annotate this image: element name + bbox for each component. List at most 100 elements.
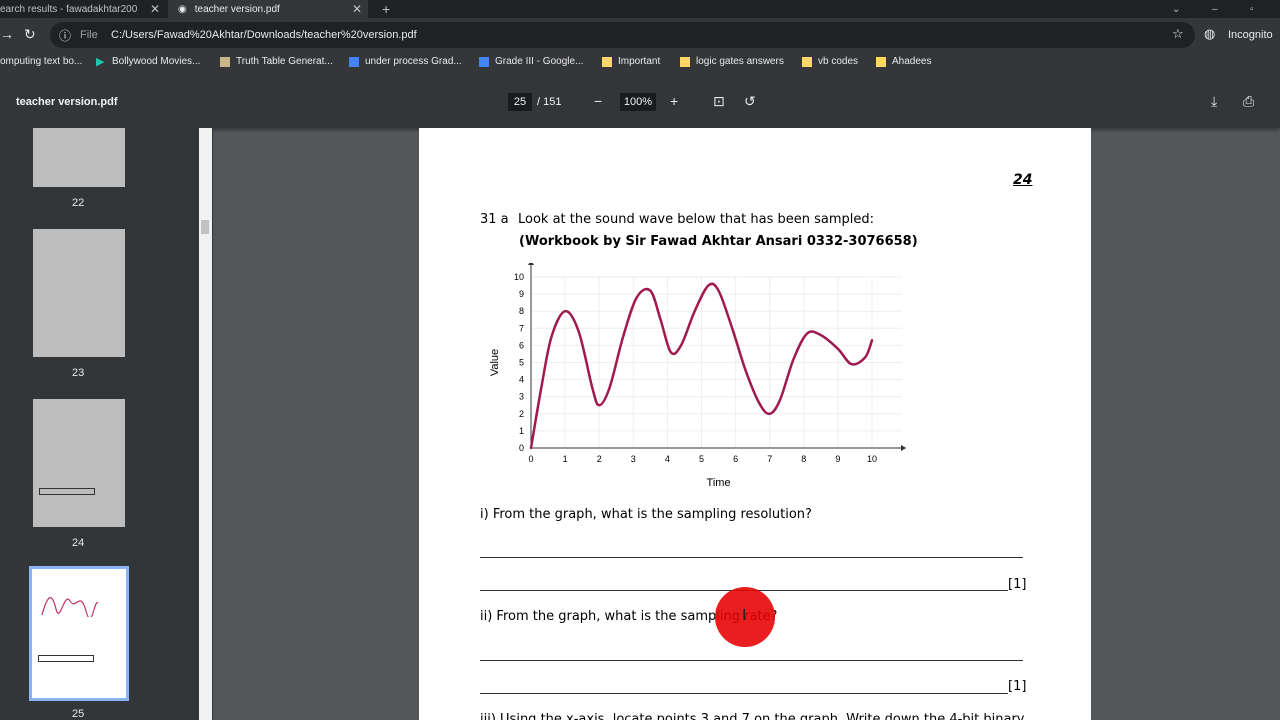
profile-label[interactable]: Incognito <box>1228 29 1273 41</box>
scheme-label: File <box>80 29 98 41</box>
docs-icon <box>479 56 489 67</box>
chevron-down-icon[interactable]: ⌄ <box>1172 0 1180 18</box>
page-icon <box>220 56 230 67</box>
thumbnail-table <box>38 655 94 662</box>
close-icon[interactable]: ✕ <box>150 2 160 16</box>
x-tick-label: 1 <box>563 454 568 464</box>
download-icon[interactable]: ⤓ <box>1211 93 1217 110</box>
y-tick-label: 0 <box>519 443 524 453</box>
mark-label: [1] <box>1008 679 1027 694</box>
bookmark-label: Important <box>618 56 661 67</box>
question-iii: iii) Using the x-axis, locate points 3 a… <box>480 712 1025 720</box>
y-tick-label: 6 <box>519 340 524 350</box>
tab-label: teacher version.pdf <box>194 3 280 15</box>
thumbnail-number: 24 <box>72 537 85 549</box>
zoom-input[interactable]: 100% <box>620 93 656 111</box>
folder-icon <box>680 56 690 67</box>
info-icon[interactable]: ⓘ <box>59 27 71 44</box>
bookmark-label: Ahadees <box>892 56 932 67</box>
y-tick-label: 5 <box>519 358 524 368</box>
y-tick-label: 9 <box>519 289 524 299</box>
x-tick-label: 6 <box>733 454 738 464</box>
answer-line <box>480 660 1023 661</box>
bookmark-label: Truth Table Generat... <box>236 56 333 67</box>
bookmark-folder[interactable]: logic gates answers <box>680 56 784 67</box>
bookmark-label: omputing text bo... <box>0 56 83 67</box>
thumbnail-number: 22 <box>72 197 85 209</box>
bookmark-label: vb codes <box>818 56 859 67</box>
page-number-input[interactable]: 25 <box>508 93 532 111</box>
x-tick-label: 8 <box>801 454 806 464</box>
answer-line <box>480 693 1008 694</box>
page-thumbnail-current[interactable] <box>29 566 129 701</box>
x-tick-label: 2 <box>597 454 602 464</box>
thumbnail-graph <box>41 597 99 617</box>
bookmark-item[interactable]: omputing text bo... <box>0 56 82 67</box>
workbook-credit: (Workbook by Sir Fawad Akhtar Ansari 033… <box>519 234 918 249</box>
y-axis-arrow <box>528 263 534 265</box>
bookmark-folder[interactable]: vb codes <box>802 56 858 67</box>
maximize-icon[interactable]: ▫ <box>1250 0 1254 18</box>
folder-icon <box>876 56 886 67</box>
forward-icon[interactable]: → <box>0 26 14 42</box>
bookmark-label: Bollywood Movies... <box>112 56 201 67</box>
new-tab-button[interactable]: + <box>382 0 398 18</box>
y-tick-label: 10 <box>514 272 524 282</box>
y-tick-label: 7 <box>519 323 524 333</box>
mark-label: [1] <box>1008 577 1027 592</box>
question-text: Look at the sound wave below that has be… <box>518 212 874 227</box>
page-total: / 151 <box>537 96 562 108</box>
x-axis-arrow <box>901 445 906 451</box>
x-tick-label: 9 <box>835 454 840 464</box>
sidebar-scrollbar[interactable] <box>199 128 212 720</box>
question-i: i) From the graph, what is the sampling … <box>480 507 812 522</box>
bookmark-label: under process Grad... <box>365 56 462 67</box>
fit-page-icon[interactable]: ⊡ <box>713 93 725 110</box>
play-icon: ▶ <box>96 55 105 68</box>
y-tick-label: 4 <box>519 375 524 385</box>
x-axis-label: Time <box>707 477 731 489</box>
page-thumbnail[interactable] <box>33 229 125 357</box>
zoom-in-icon[interactable]: + <box>670 93 678 109</box>
page-thumbnail[interactable] <box>33 399 125 527</box>
url-text[interactable]: C:/Users/Fawad%20Akhtar/Downloads/teache… <box>111 29 417 41</box>
close-icon[interactable]: ✕ <box>352 2 362 16</box>
bookmark-item[interactable]: ▶ Bollywood Movies... <box>96 56 200 67</box>
reload-icon[interactable]: ↻ <box>24 26 36 43</box>
bookmark-item[interactable]: under process Grad... <box>349 56 462 67</box>
x-tick-label: 10 <box>867 454 877 464</box>
pdf-title: teacher version.pdf <box>16 96 118 108</box>
tab-search-results[interactable]: earch results - fawadakhtar200 ✕ <box>0 0 168 18</box>
sound-wave-chart: 0 1 2 3 4 5 6 7 8 9 10 0 1 2 3 4 5 6 7 8 9 10 Time Value <box>489 263 906 489</box>
incognito-icon: ◍ <box>1204 26 1216 41</box>
folder-icon <box>602 56 612 67</box>
thumbnail-number: 23 <box>72 367 85 379</box>
bookmark-folder[interactable]: Important <box>602 56 660 67</box>
tab-teacher-version[interactable]: ◉ teacher version.pdf ✕ <box>168 0 368 18</box>
bookmark-folder[interactable]: Ahadees <box>876 56 931 67</box>
x-tick-label: 5 <box>699 454 704 464</box>
y-tick-label: 8 <box>519 306 524 316</box>
tab-label: earch results - fawadakhtar200 <box>0 3 138 15</box>
docs-icon <box>349 56 359 67</box>
answer-line <box>480 557 1023 558</box>
x-tick-label: 4 <box>665 454 670 464</box>
thumbnail-table <box>39 488 95 495</box>
folder-icon <box>802 56 812 67</box>
bookmark-item[interactable]: Truth Table Generat... <box>220 56 333 67</box>
question-number: 31 a <box>480 212 509 227</box>
scrollbar-thumb[interactable] <box>201 220 209 234</box>
y-axis-label: Value <box>489 349 501 376</box>
y-tick-label: 1 <box>519 426 524 436</box>
bookmark-item[interactable]: Grade III - Google... <box>479 56 583 67</box>
print-icon[interactable]: ⎙ <box>1243 93 1254 110</box>
y-tick-label: 2 <box>519 409 524 419</box>
rotate-icon[interactable]: ↺ <box>744 93 756 110</box>
star-icon[interactable]: ☆ <box>1172 26 1184 42</box>
text-cursor-icon: I <box>742 607 747 624</box>
bookmark-label: logic gates answers <box>696 56 784 67</box>
x-tick-label: 3 <box>631 454 636 464</box>
minimize-icon[interactable]: – <box>1212 0 1218 18</box>
page-thumbnail[interactable] <box>33 128 125 187</box>
zoom-out-icon[interactable]: − <box>594 93 602 109</box>
